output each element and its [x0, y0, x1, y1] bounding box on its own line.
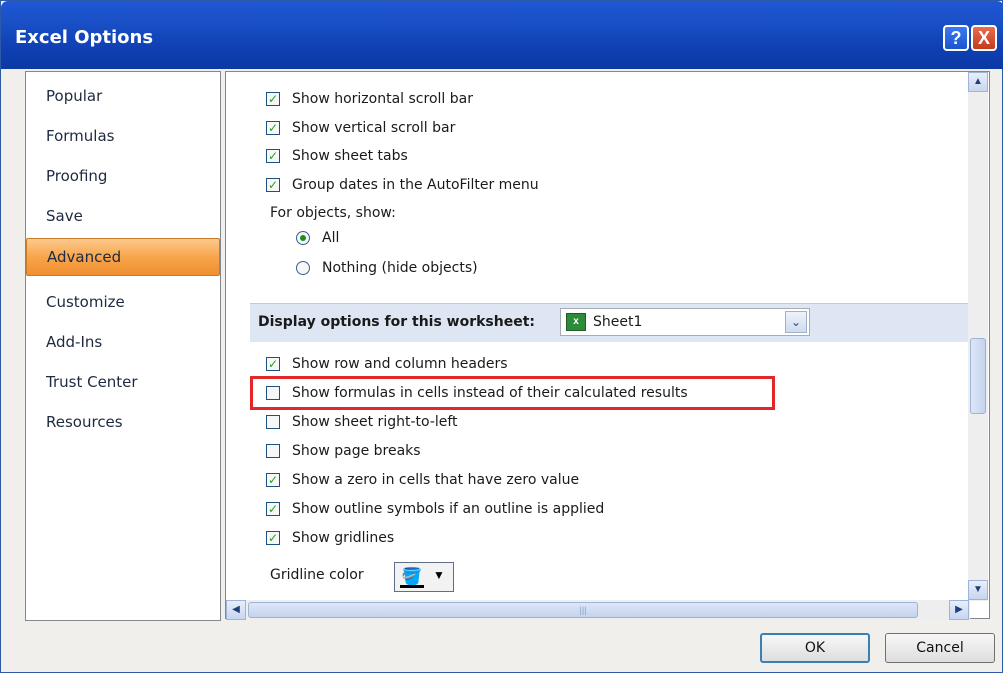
vertical-scrollbar[interactable]: ▲ ▼: [968, 72, 988, 601]
option-label: Show sheet right-to-left: [292, 414, 458, 430]
option-show-zero-values[interactable]: ✓ Show a zero in cells that have zero va…: [266, 469, 579, 491]
option-show-sheet-tabs[interactable]: ✓ Show sheet tabs: [266, 145, 408, 167]
checkbox[interactable]: ✓: [266, 92, 280, 106]
option-label: Show vertical scroll bar: [292, 120, 456, 136]
color-swatch: [400, 585, 424, 588]
advanced-options-panel: ✓ Show horizontal scroll bar ✓ Show vert…: [225, 71, 990, 619]
paint-bucket-icon: 🪣: [401, 567, 423, 586]
horizontal-scroll-thumb[interactable]: |||: [248, 602, 918, 618]
help-icon: ?: [950, 27, 962, 48]
scroll-down-button[interactable]: ▼: [968, 580, 988, 600]
option-label: Show outline symbols if an outline is ap…: [292, 501, 605, 517]
checkbox[interactable]: ✓: [266, 178, 280, 192]
option-show-page-breaks[interactable]: Show page breaks: [266, 440, 421, 462]
gridline-color-label: Gridline color: [270, 567, 364, 583]
radio-objects-nothing[interactable]: Nothing (hide objects): [296, 257, 478, 279]
worksheet-section-header: Display options for this worksheet: x Sh…: [250, 303, 972, 342]
excel-sheet-icon: x: [566, 313, 586, 331]
checkbox[interactable]: ✓: [266, 149, 280, 163]
option-label: All: [322, 230, 340, 246]
nav-item-resources[interactable]: Resources: [26, 404, 220, 442]
nav-item-proofing[interactable]: Proofing: [26, 158, 220, 196]
excel-options-dialog: Excel Options ? X Popular Formulas Proof…: [0, 0, 1003, 673]
option-show-row-column-headers[interactable]: ✓ Show row and column headers: [266, 353, 508, 375]
scroll-right-button[interactable]: ▶: [949, 600, 969, 620]
vertical-scroll-thumb[interactable]: [970, 338, 986, 414]
chevron-down-icon[interactable]: ⌄: [785, 311, 807, 333]
worksheet-select[interactable]: x Sheet1 ⌄: [560, 308, 810, 336]
option-label: Group dates in the AutoFilter menu: [292, 177, 539, 193]
radio-objects-all[interactable]: All: [296, 227, 339, 249]
cancel-button[interactable]: Cancel: [885, 633, 995, 663]
option-group-dates-autofilter[interactable]: ✓ Group dates in the AutoFilter menu: [266, 174, 539, 196]
checkbox[interactable]: ✓: [266, 357, 280, 371]
radio-selected-dot: [300, 235, 306, 241]
option-show-outline-symbols[interactable]: ✓ Show outline symbols if an outline is …: [266, 498, 604, 520]
checkbox[interactable]: ✓: [266, 121, 280, 135]
dialog-title: Excel Options: [15, 27, 154, 48]
option-label: Show page breaks: [292, 443, 421, 459]
nav-item-trust-center[interactable]: Trust Center: [26, 364, 220, 402]
scroll-left-button[interactable]: ◀: [226, 600, 246, 620]
nav-item-popular[interactable]: Popular: [26, 78, 220, 116]
option-show-vertical-scroll-bar[interactable]: ✓ Show vertical scroll bar: [266, 117, 455, 139]
objects-show-label: For objects, show:: [270, 205, 396, 221]
option-show-horizontal-scroll-bar[interactable]: ✓ Show horizontal scroll bar: [266, 88, 473, 110]
worksheet-section-label: Display options for this worksheet:: [258, 314, 536, 330]
radio-button[interactable]: [296, 261, 310, 275]
radio-button[interactable]: [296, 231, 310, 245]
nav-item-formulas[interactable]: Formulas: [26, 118, 220, 156]
option-label: Show gridlines: [292, 530, 395, 546]
close-icon: X: [977, 27, 990, 48]
close-button[interactable]: X: [971, 25, 997, 51]
dropdown-arrow-icon: ▼: [433, 568, 445, 582]
checkbox[interactable]: [266, 415, 280, 429]
horizontal-scrollbar[interactable]: ◀ ||| ▶: [226, 600, 970, 620]
nav-item-save[interactable]: Save: [26, 198, 220, 236]
option-label: Show sheet tabs: [292, 148, 408, 164]
option-label: Show horizontal scroll bar: [292, 91, 473, 107]
checkbox[interactable]: ✓: [266, 473, 280, 487]
nav-item-customize[interactable]: Customize: [26, 284, 220, 322]
help-button[interactable]: ?: [943, 25, 969, 51]
nav-item-add-ins[interactable]: Add-Ins: [26, 324, 220, 362]
scroll-up-button[interactable]: ▲: [968, 72, 988, 92]
checkbox[interactable]: ✓: [266, 502, 280, 516]
ok-button[interactable]: OK: [760, 633, 870, 663]
gridline-color-picker[interactable]: 🪣 ▼: [394, 562, 454, 592]
option-label: Show row and column headers: [292, 356, 508, 372]
option-show-gridlines[interactable]: ✓ Show gridlines: [266, 527, 394, 549]
option-show-sheet-right-to-left[interactable]: Show sheet right-to-left: [266, 411, 458, 433]
nav-item-advanced[interactable]: Advanced: [26, 238, 220, 276]
title-bar[interactable]: Excel Options ? X: [1, 1, 1003, 69]
option-label: Nothing (hide objects): [322, 260, 478, 276]
selected-sheet: Sheet1: [593, 314, 643, 330]
checkbox[interactable]: [266, 444, 280, 458]
checkbox[interactable]: ✓: [266, 531, 280, 545]
options-nav: Popular Formulas Proofing Save Advanced …: [25, 71, 221, 621]
highlight-box: [250, 376, 775, 410]
option-label: Show a zero in cells that have zero valu…: [292, 472, 580, 488]
